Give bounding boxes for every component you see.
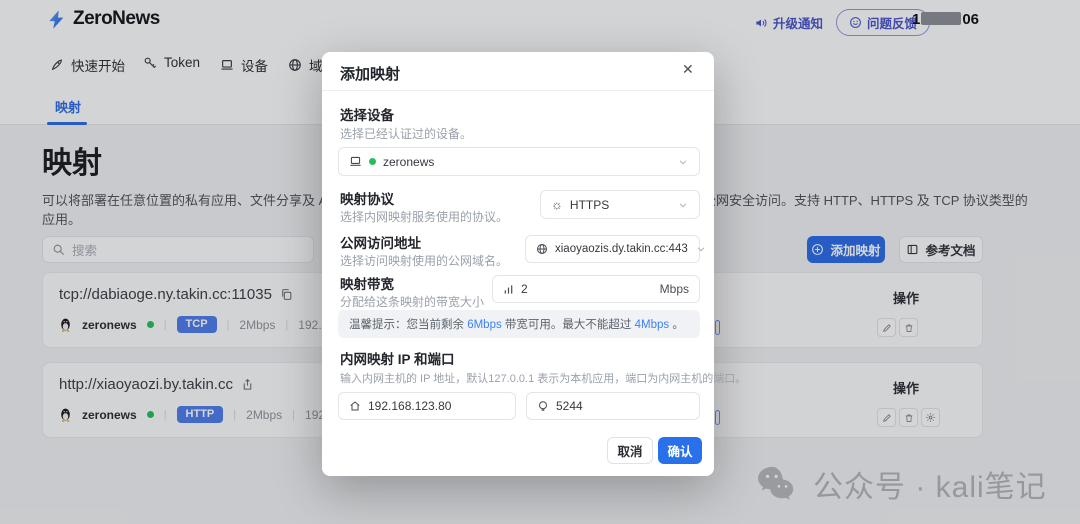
protocol-select[interactable]: ☼ HTTPS: [540, 190, 700, 219]
address-section-label: 公网访问地址: [340, 232, 421, 252]
bandwidth-input-value: 2: [521, 282, 528, 296]
chevron-down-icon: [677, 199, 689, 211]
lan-section-desc: 输入内网主机的 IP 地址，默认127.0.0.1 表示为本机应用，端口为内网主…: [340, 370, 746, 386]
laptop-icon: [349, 155, 362, 168]
confirm-button[interactable]: 确认: [658, 437, 702, 464]
public-address-value: xiaoyaozis.dy.takin.cc:443: [555, 243, 688, 255]
bandwidth-input[interactable]: 2 Mbps: [492, 275, 700, 303]
port-icon: [537, 400, 549, 412]
protocol-section-label: 映射协议: [340, 188, 394, 208]
online-status-dot: [369, 158, 376, 165]
lan-ip-input[interactable]: 192.168.123.80: [338, 392, 516, 420]
signal-bars-icon: [503, 284, 514, 295]
lan-port-input[interactable]: 5244: [526, 392, 700, 420]
device-section-desc: 选择已经认证过的设备。: [340, 125, 472, 142]
tip-prefix: 温馨提示：您当前剩余: [349, 319, 467, 331]
device-select[interactable]: zeronews: [338, 147, 700, 176]
tip-available-value: 6Mbps: [467, 319, 502, 331]
address-section-desc: 选择访问映射使用的公网域名。: [340, 252, 508, 269]
tip-max-value: 4Mbps: [635, 319, 670, 331]
tip-middle: 带宽可用。最大不能超过: [502, 319, 635, 331]
protocol-select-value: HTTPS: [570, 198, 609, 212]
protocol-section-desc: 选择内网映射服务使用的协议。: [340, 208, 508, 225]
chevron-down-icon: [695, 243, 707, 255]
modal-title: 添加映射: [340, 63, 400, 84]
chevron-down-icon: [677, 156, 689, 168]
bandwidth-unit: Mbps: [660, 282, 689, 296]
watermark-text: 公众号 · kali笔记: [813, 462, 1047, 506]
home-icon: [349, 400, 361, 412]
bandwidth-section-desc: 分配给这条映射的带宽大小: [340, 293, 484, 310]
cancel-button[interactable]: 取消: [607, 437, 653, 464]
device-select-value: zeronews: [383, 155, 434, 169]
modal-header-divider: [322, 90, 714, 91]
protocol-icon: ☼: [551, 198, 563, 211]
lan-ip-input-value: 192.168.123.80: [368, 399, 451, 413]
lan-section-label: 内网映射 IP 和端口: [340, 348, 455, 368]
public-address-select[interactable]: xiaoyaozis.dy.takin.cc:443: [525, 235, 700, 263]
watermark: 公众号 · kali笔记: [755, 462, 1047, 506]
add-mapping-modal: 添加映射 ✕ 选择设备 选择已经认证过的设备。 zeronews 映射协议 选择…: [322, 52, 714, 476]
tip-suffix: 。: [669, 319, 684, 331]
bandwidth-tip-box: 温馨提示：您当前剩余 6Mbps 带宽可用。最大不能超过 4Mbps 。: [338, 310, 700, 338]
globe-icon: [536, 243, 548, 255]
bandwidth-section-label: 映射带宽: [340, 273, 394, 293]
device-section-label: 选择设备: [340, 104, 394, 124]
wechat-icon: [755, 465, 801, 503]
lan-port-input-value: 5244: [556, 399, 583, 413]
close-icon[interactable]: ✕: [682, 61, 694, 78]
